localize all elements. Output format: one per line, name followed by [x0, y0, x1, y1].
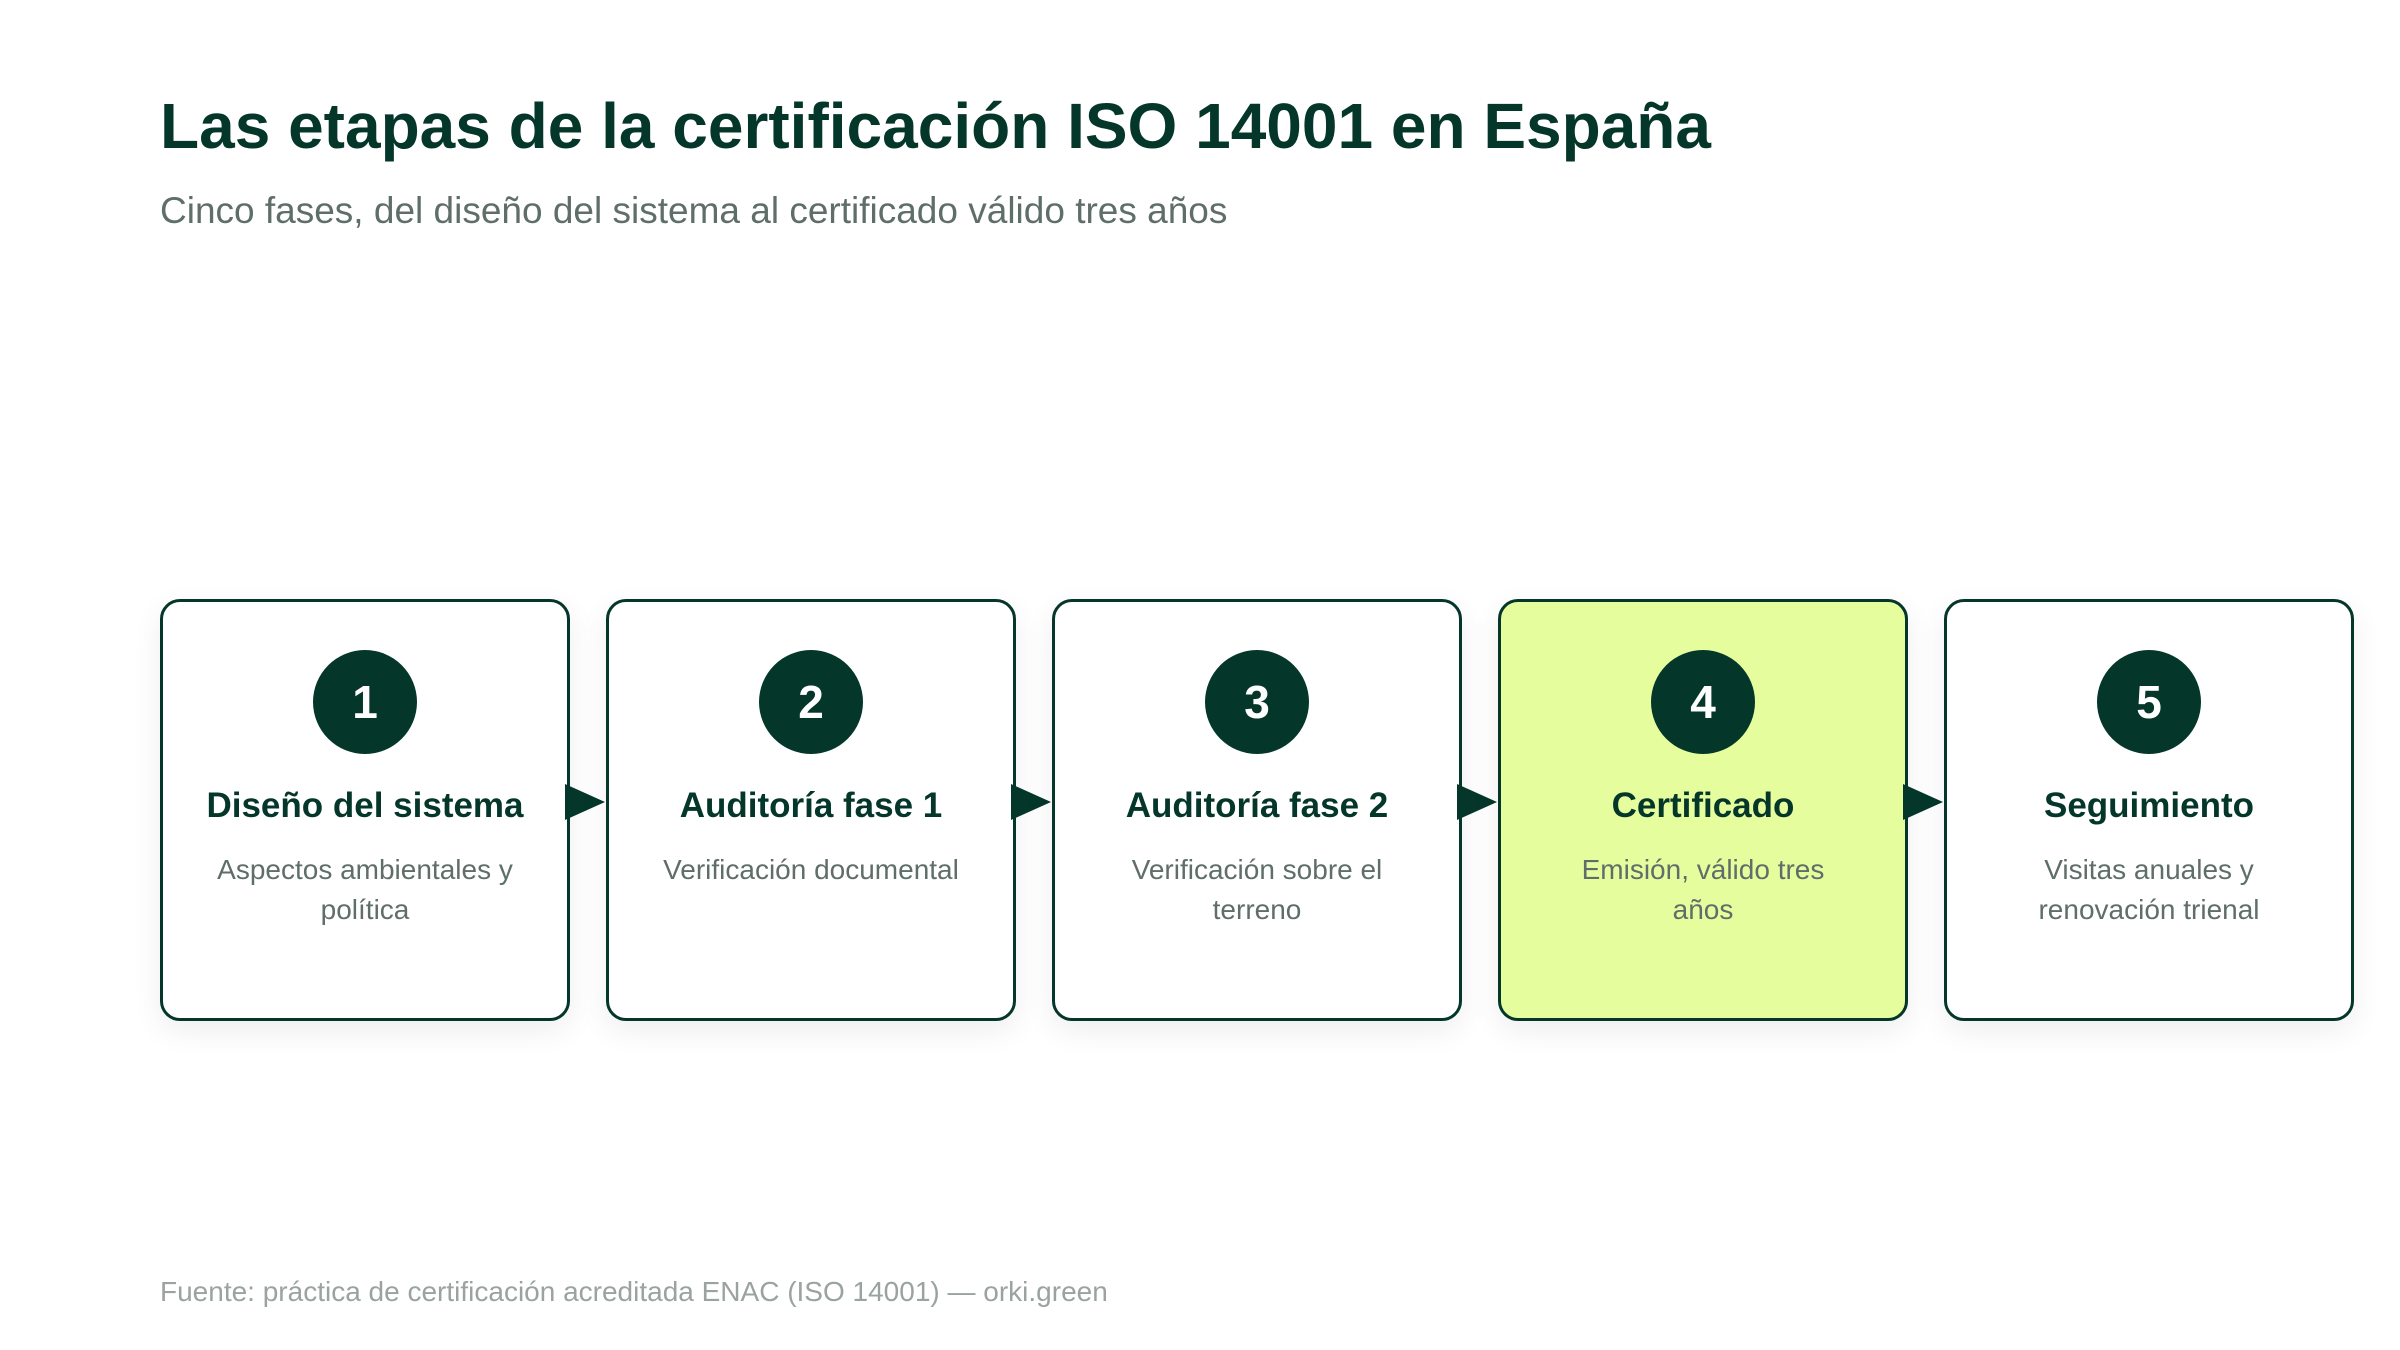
step-number-badge: 2 — [759, 650, 863, 754]
source-note: Fuente: práctica de certificación acredi… — [160, 1276, 1108, 1307]
step-card-1: 1 Diseño del sistema Aspectos ambientale… — [160, 599, 570, 1021]
arrow-right-icon — [1903, 784, 1943, 820]
step-title: Seguimiento — [2043, 786, 2255, 825]
page-title: Las etapas de la certificación ISO 14001… — [160, 90, 1711, 162]
step-title: Auditoría fase 1 — [679, 786, 943, 825]
step-description: Verificación documental — [663, 854, 959, 885]
step-number-badge: 3 — [1205, 650, 1309, 754]
step-title: Auditoría fase 2 — [1125, 786, 1389, 825]
step-card-4: 4 Certificado Emisión, válido tres años — [1498, 599, 1908, 1021]
process-flow: 1 Diseño del sistema Aspectos ambientale… — [160, 599, 2355, 1021]
step-number-badge: 4 — [1651, 650, 1755, 754]
arrow-right-icon — [1457, 784, 1497, 820]
page-subtitle: Cinco fases, del diseño del sistema al c… — [160, 190, 1228, 231]
step-card-2: 2 Auditoría fase 1 Verificación document… — [606, 599, 1016, 1021]
step-number-badge: 1 — [313, 650, 417, 754]
step-title: Certificado — [1611, 786, 1795, 825]
step-title: Diseño del sistema — [206, 786, 524, 825]
arrow-right-icon — [565, 784, 605, 820]
step-description: Emisión, válido tres años — [1581, 854, 1825, 925]
arrow-right-icon — [1011, 784, 1051, 820]
step-number-badge: 5 — [2097, 650, 2201, 754]
step-description: Verificación sobre el terreno — [1131, 854, 1383, 925]
step-description: Aspectos ambientales y política — [217, 854, 513, 925]
step-description: Visitas anuales y renovación trienal — [2038, 854, 2260, 925]
step-card-5: 5 Seguimiento Visitas anuales y renovaci… — [1944, 599, 2354, 1021]
step-card-3: 3 Auditoría fase 2 Verificación sobre el… — [1052, 599, 1462, 1021]
